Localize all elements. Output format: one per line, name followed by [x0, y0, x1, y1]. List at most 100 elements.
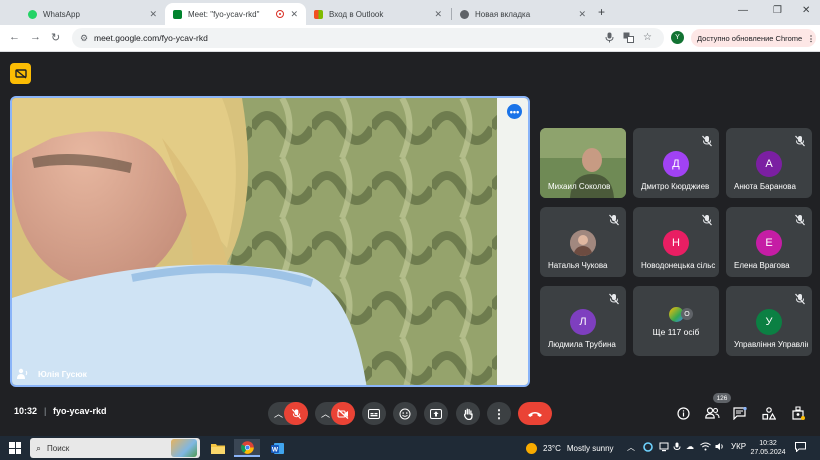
participant-tile[interactable]: Наталья Чукова [540, 207, 626, 277]
microsoft-icon [314, 9, 323, 19]
participant-tile[interactable]: У Управління Управління [726, 286, 812, 356]
close-icon[interactable]: ✕ [578, 9, 586, 20]
tab-whatsapp[interactable]: WhatsApp ✕ [20, 3, 165, 25]
meeting-time: 10:32 [14, 406, 38, 416]
participant-tile[interactable]: Е Елена Врагова [726, 207, 812, 277]
leave-call-button[interactable] [518, 402, 552, 425]
wifi-icon[interactable] [700, 442, 711, 453]
more-participants-tile[interactable]: О Ще 117 осіб [633, 286, 719, 356]
meeting-code: fyo-ycav-rkd [53, 406, 107, 416]
mic-off-icon [701, 134, 713, 147]
volume-icon[interactable] [715, 442, 725, 453]
weather-widget[interactable]: 23°C Mostly sunny [526, 443, 614, 454]
participant-tile[interactable]: А Анюта Баранова [726, 128, 812, 198]
participant-name: Дмитро Кюрджиев [641, 182, 710, 191]
microphone-icon[interactable] [605, 32, 614, 46]
screen-share-off-icon[interactable] [10, 63, 31, 84]
raise-hand-button[interactable] [456, 402, 480, 425]
tile-more-options-button[interactable]: ••• [507, 104, 522, 119]
temperature: 23°C [543, 444, 561, 453]
chrome-update-button[interactable]: Доступно обновление Chrome ⋮ [691, 29, 816, 47]
back-icon[interactable]: ← [9, 31, 20, 43]
mic-off-icon [701, 213, 713, 226]
reactions-button[interactable] [393, 402, 417, 425]
browser-toolbar: ← → ↻ ⚙ meet.google.com/fyo-ycav-rkd ☆ Y… [0, 25, 820, 52]
word-icon[interactable]: W [264, 439, 290, 457]
separator: | [44, 406, 47, 416]
tab-meet[interactable]: Meet: "fyo-ycav-rkd" ✕ [165, 3, 306, 25]
notifications-icon[interactable] [795, 442, 806, 454]
camera-toggle-button[interactable] [331, 402, 355, 425]
participant-avatar: Н [663, 230, 689, 256]
mic-off-icon [794, 134, 806, 147]
present-button[interactable] [424, 402, 448, 425]
window-close-icon[interactable]: ✕ [802, 5, 810, 16]
bookmark-star-icon[interactable]: ☆ [643, 32, 652, 43]
microphone-tray-icon[interactable] [673, 442, 681, 454]
chrome-taskbar-icon[interactable] [234, 439, 260, 457]
input-language[interactable]: УКР [731, 442, 746, 451]
participant-name: Людмила Трубина [548, 340, 616, 349]
system-clock[interactable]: 10:32 27.05.2024 [749, 439, 787, 457]
url-text: meet.google.com/fyo-ycav-rkd [94, 33, 208, 43]
meeting-details-icon[interactable] [675, 405, 691, 421]
hand-icon [463, 408, 473, 420]
mic-off-icon [794, 292, 806, 305]
participant-name: Елена Врагова [734, 261, 790, 270]
more-options-button[interactable]: ⋮ [487, 402, 511, 425]
participant-name: Анюта Баранова [734, 182, 796, 191]
maximize-icon[interactable]: ❐ [773, 5, 782, 16]
participant-tile[interactable]: Н Новодонецька сільська [633, 207, 719, 277]
more-participants-avatars: О [669, 306, 693, 322]
main-speaker-tile[interactable]: ••• Юлія Гусюк [10, 96, 530, 387]
video-options-icon[interactable]: ︿ [321, 407, 330, 420]
new-tab-icon[interactable]: + [598, 5, 605, 19]
file-explorer-icon[interactable] [205, 439, 231, 457]
onedrive-icon[interactable]: ☁ [686, 442, 694, 451]
mic-off-icon [291, 408, 301, 419]
speaker-name-tag: Юлія Гусюк [16, 368, 87, 380]
whatsapp-icon [28, 9, 37, 19]
tab-outlook[interactable]: Вход в Outlook ✕ [306, 3, 450, 25]
browser-tab-strip: WhatsApp ✕ Meet: "fyo-ycav-rkd" ✕ Вход в… [0, 0, 820, 25]
kebab-menu-icon[interactable]: ⋮ [807, 34, 815, 43]
network-tray-icon[interactable] [659, 442, 669, 454]
mic-toggle-button[interactable] [284, 402, 308, 425]
reload-icon[interactable]: ↻ [51, 31, 60, 44]
forward-icon[interactable]: → [30, 31, 41, 43]
translate-icon[interactable] [623, 32, 634, 46]
tab-title: Вход в Outlook [329, 9, 384, 19]
site-info-icon[interactable]: ⚙ [80, 33, 88, 44]
camera-off-icon [337, 408, 349, 419]
meet-icon [173, 9, 182, 19]
close-icon[interactable]: ✕ [434, 9, 442, 20]
participant-tile[interactable]: Л Людмила Трубина [540, 286, 626, 356]
host-controls-icon[interactable] [790, 405, 806, 421]
clock-time: 10:32 [759, 440, 777, 447]
tab-new[interactable]: Новая вкладка ✕ [452, 3, 594, 25]
profile-avatar[interactable]: Y [671, 31, 684, 44]
captions-button[interactable] [362, 402, 386, 425]
close-icon[interactable]: ✕ [290, 9, 298, 20]
update-label: Доступно обновление Chrome [697, 33, 803, 43]
taskbar-search-box[interactable]: ⌕ Поиск [30, 438, 200, 458]
mic-off-icon [608, 292, 620, 305]
show-hidden-icons-icon[interactable]: ︿ [627, 442, 635, 453]
close-icon[interactable]: ✕ [149, 9, 157, 20]
participant-name: Наталья Чукова [548, 261, 608, 270]
windows-start-icon[interactable] [9, 442, 21, 454]
chat-icon[interactable] [732, 405, 748, 421]
participant-avatar: О [681, 308, 693, 320]
participant-tile[interactable]: Д Дмитро Кюрджиев [633, 128, 719, 198]
audio-options-icon[interactable]: ︿ [274, 407, 283, 420]
people-icon[interactable] [704, 405, 720, 421]
participant-tile[interactable]: Михаил Соколов [540, 128, 626, 198]
copilot-icon[interactable] [643, 442, 653, 454]
captions-icon [368, 408, 380, 419]
activities-icon[interactable] [761, 405, 777, 421]
address-bar[interactable]: ⚙ meet.google.com/fyo-ycav-rkd ☆ [72, 28, 664, 48]
clock-date: 27.05.2024 [750, 449, 786, 456]
present-screen-icon [430, 408, 442, 419]
tab-title: WhatsApp [43, 9, 80, 19]
minimize-icon[interactable]: — [738, 5, 748, 16]
